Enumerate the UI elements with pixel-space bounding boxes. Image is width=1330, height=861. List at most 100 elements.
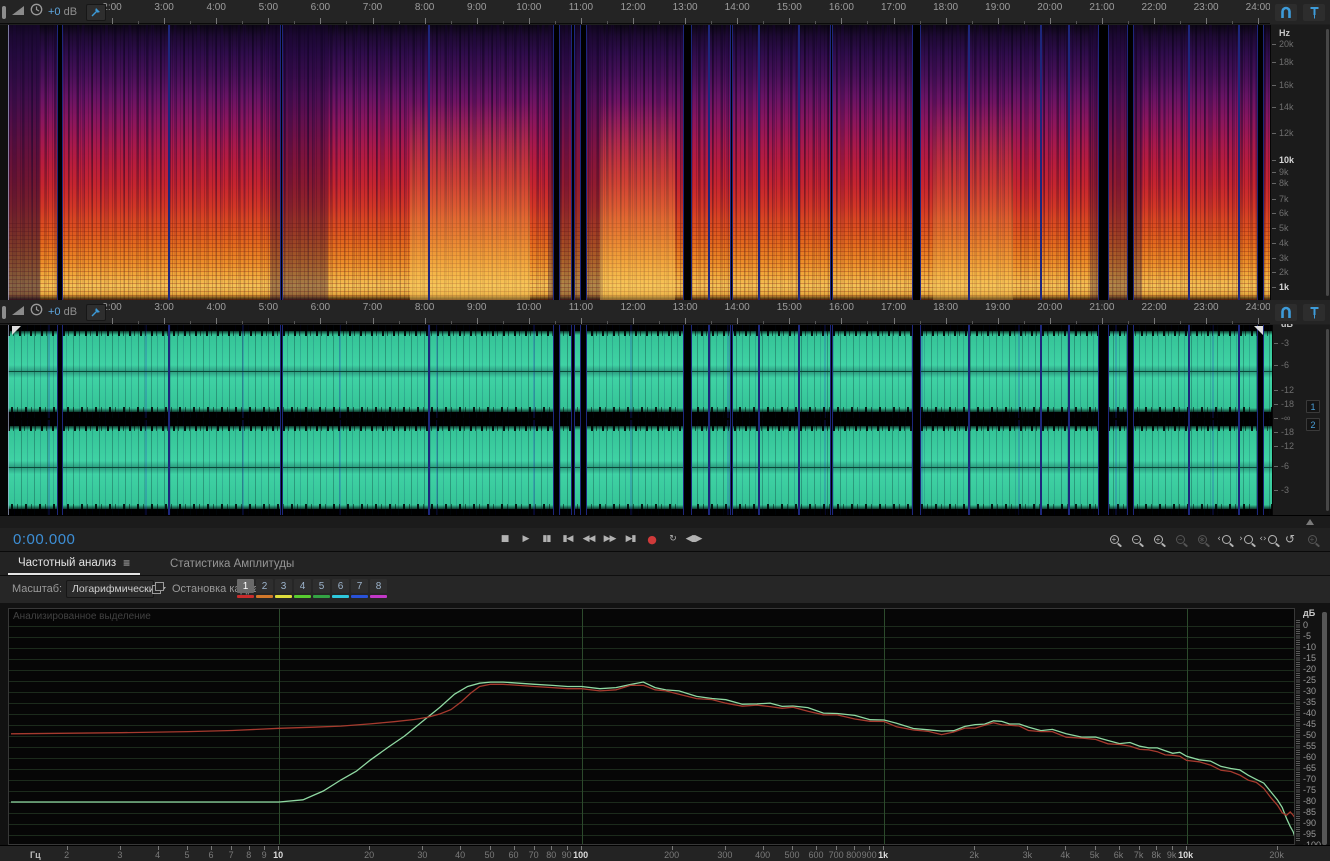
hold-frame-button-5[interactable]: 5 — [313, 579, 330, 598]
plot-freq-tick-label: 5 — [184, 850, 190, 860]
spectrogram-display[interactable]: Hz 20k 18k 16k 14k 12k 10k 9k 8k 7k 6k 5k 4k 3k 2k 1k — [0, 25, 1330, 300]
db-tick-label: -12 — [1273, 441, 1295, 451]
channel-1-waveform[interactable] — [8, 325, 1272, 418]
spectrogram-ruler-scale[interactable]: 2:00 3:00 4:00 5:00 6:00 7:00 8:00 9:00 10:00 11:… — [0, 0, 1270, 24]
record-button[interactable]: ● — [643, 530, 660, 548]
plot-freq-tick-label: 5k — [1089, 850, 1100, 860]
time-display[interactable]: 0:00.000 — [13, 531, 75, 548]
waveform-timeline-ruler[interactable]: 2:00 3:00 4:00 5:00 6:00 7:00 8:00 9:00 10:00 11:… — [0, 300, 1330, 324]
silence-gap — [280, 25, 283, 300]
snapping-magnet-button[interactable] — [1275, 303, 1297, 321]
hud-pin-button[interactable] — [86, 3, 107, 21]
clock-icon[interactable] — [30, 3, 43, 21]
clock-icon[interactable] — [30, 303, 43, 321]
silence-gap — [1040, 25, 1042, 300]
freq-tick-label: 1k — [1271, 282, 1290, 292]
zoom-selection-button[interactable]: ∗ — [1192, 530, 1212, 548]
timeline-label: 15:00 — [776, 302, 802, 313]
silence-gap — [553, 325, 560, 515]
pin-ruler-button[interactable] — [1303, 3, 1325, 21]
plot-scrollbar[interactable] — [1322, 612, 1327, 845]
pause-button[interactable]: ▮▮ — [538, 530, 555, 548]
vertical-scroll-nub[interactable] — [2, 305, 6, 319]
zoom-in-time-button[interactable]: + — [1148, 530, 1168, 548]
stop-button[interactable]: ■ — [496, 530, 513, 548]
silence-gap — [730, 25, 733, 300]
rewind-button[interactable]: ◀◀ — [580, 530, 597, 548]
plot-freq-tick-label: 2 — [64, 850, 70, 860]
waveform-zoom-scrollbar[interactable] — [1326, 329, 1329, 511]
spectrogram-canvas[interactable] — [8, 25, 1270, 300]
waveform-ruler-scale[interactable]: 2:00 3:00 4:00 5:00 6:00 7:00 8:00 9:00 10:00 11:… — [0, 300, 1270, 324]
channel-badge-1[interactable]: 1 — [1306, 400, 1320, 413]
waveform-display[interactable]: dB -3 -6 -12 -18 -∞ -18 -12 -6 -3 12 — [0, 319, 1330, 515]
waveform-ruler-controls: +0 dB — [0, 300, 107, 324]
timeline-label: 10:00 — [516, 302, 542, 313]
zoom-out-button[interactable]: − — [1126, 530, 1146, 548]
playhead[interactable] — [8, 325, 9, 515]
hold-frame-button-2[interactable]: 2 — [256, 579, 273, 598]
channel-2-waveform[interactable] — [8, 420, 1272, 515]
timeline-label: 23:00 — [1193, 302, 1219, 313]
frequency-curves — [10, 681, 1294, 837]
hold-frame-button-8[interactable]: 8 — [370, 579, 387, 598]
plot-freq-tick-label: 300 — [717, 850, 733, 860]
frequency-scale-sidebar[interactable]: Hz 20k 18k 16k 14k 12k 10k 9k 8k 7k 6k 5k 4k 3k 2k 1k — [1270, 25, 1330, 300]
loop-playback-button[interactable]: ↻ — [664, 530, 681, 548]
reset-zoom-button[interactable]: ↺ — [1280, 530, 1300, 548]
silence-gap — [168, 25, 170, 300]
vertical-scroll-nub[interactable] — [2, 5, 6, 19]
zoom-in-button[interactable]: + — [1104, 530, 1124, 548]
silence-gap — [1238, 325, 1240, 515]
hold-frame-button-6[interactable]: 6 — [332, 579, 349, 598]
plot-db-tick-label: -85 — [1303, 807, 1317, 817]
zoom-in-right-edge-button[interactable]: › — [1236, 530, 1256, 548]
hold-frame-button-7[interactable]: 7 — [351, 579, 368, 598]
horizontal-scroll-strip[interactable] — [0, 515, 1330, 528]
pin-ruler-button[interactable] — [1303, 303, 1325, 321]
fast-forward-button[interactable]: ▶▶ — [601, 530, 618, 548]
scroll-handle-icon[interactable] — [1306, 519, 1314, 525]
zoom-in-left-edge-button[interactable]: ‹ — [1214, 530, 1234, 548]
silence-gap — [428, 25, 430, 300]
timeline-label: 17:00 — [880, 302, 907, 313]
db-tick-label: -18 — [1273, 399, 1295, 409]
skip-selection-button[interactable]: ◀▮▶ — [685, 530, 703, 548]
gain-readout[interactable]: +0 dB — [48, 6, 77, 18]
timeline-label: 21:00 — [1089, 302, 1115, 313]
panel-menu-icon[interactable]: ≡ — [123, 556, 130, 570]
frequency-plot[interactable]: Анализированное выделение — [8, 608, 1295, 845]
timeline-label: 10:00 — [516, 2, 542, 13]
amplitude-scale-icon[interactable] — [11, 3, 25, 21]
play-button[interactable]: ▶ — [517, 530, 534, 548]
waveform-ruler-corner — [1270, 300, 1330, 324]
tab-amplitude-statistics[interactable]: Статистика Амплитуды — [160, 552, 304, 575]
hold-frame-button-1[interactable]: 1 — [237, 579, 254, 598]
spectrogram-timeline-ruler[interactable]: 2:00 3:00 4:00 5:00 6:00 7:00 8:00 9:00 10:00 11:… — [0, 0, 1330, 24]
copy-to-clipboard-button[interactable] — [152, 582, 166, 595]
scale-dropdown[interactable]: Логарифмический — [66, 580, 167, 598]
amplitude-scale-icon[interactable] — [11, 303, 25, 321]
amplitude-scale-sidebar[interactable]: dB -3 -6 -12 -18 -∞ -18 -12 -6 -3 12 — [1272, 319, 1330, 515]
waveform-canvas[interactable] — [8, 325, 1272, 515]
snapping-magnet-button[interactable] — [1275, 3, 1297, 21]
hud-pin-button[interactable] — [86, 303, 107, 321]
playhead[interactable] — [8, 25, 9, 300]
hold-frame-button-4[interactable]: 4 — [294, 579, 311, 598]
gain-readout[interactable]: +0 dB — [48, 306, 77, 318]
silence-gap — [1257, 325, 1264, 515]
magnifier-icon: ∗ — [1197, 534, 1207, 544]
timeline-label: 11:00 — [568, 2, 594, 13]
hold-frame-button-3[interactable]: 3 — [275, 579, 292, 598]
channel-badge-2[interactable]: 2 — [1306, 418, 1320, 431]
zoom-out-time-button[interactable]: − — [1170, 530, 1190, 548]
tab-frequency-analysis[interactable]: Частотный анализ ≡ — [8, 552, 141, 575]
plot-freq-tick-label: 9 — [261, 850, 267, 860]
zoom-full-button[interactable]: + — [1302, 530, 1322, 548]
pin-icon — [91, 308, 101, 317]
skip-to-start-button[interactable]: ▮◀ — [559, 530, 576, 548]
skip-to-end-button[interactable]: ▶▮ — [622, 530, 639, 548]
spectrogram-zoom-scrollbar[interactable] — [1326, 29, 1329, 296]
silence-gap — [1098, 325, 1109, 515]
zoom-selection-width-button[interactable]: ‹› — [1258, 530, 1278, 548]
